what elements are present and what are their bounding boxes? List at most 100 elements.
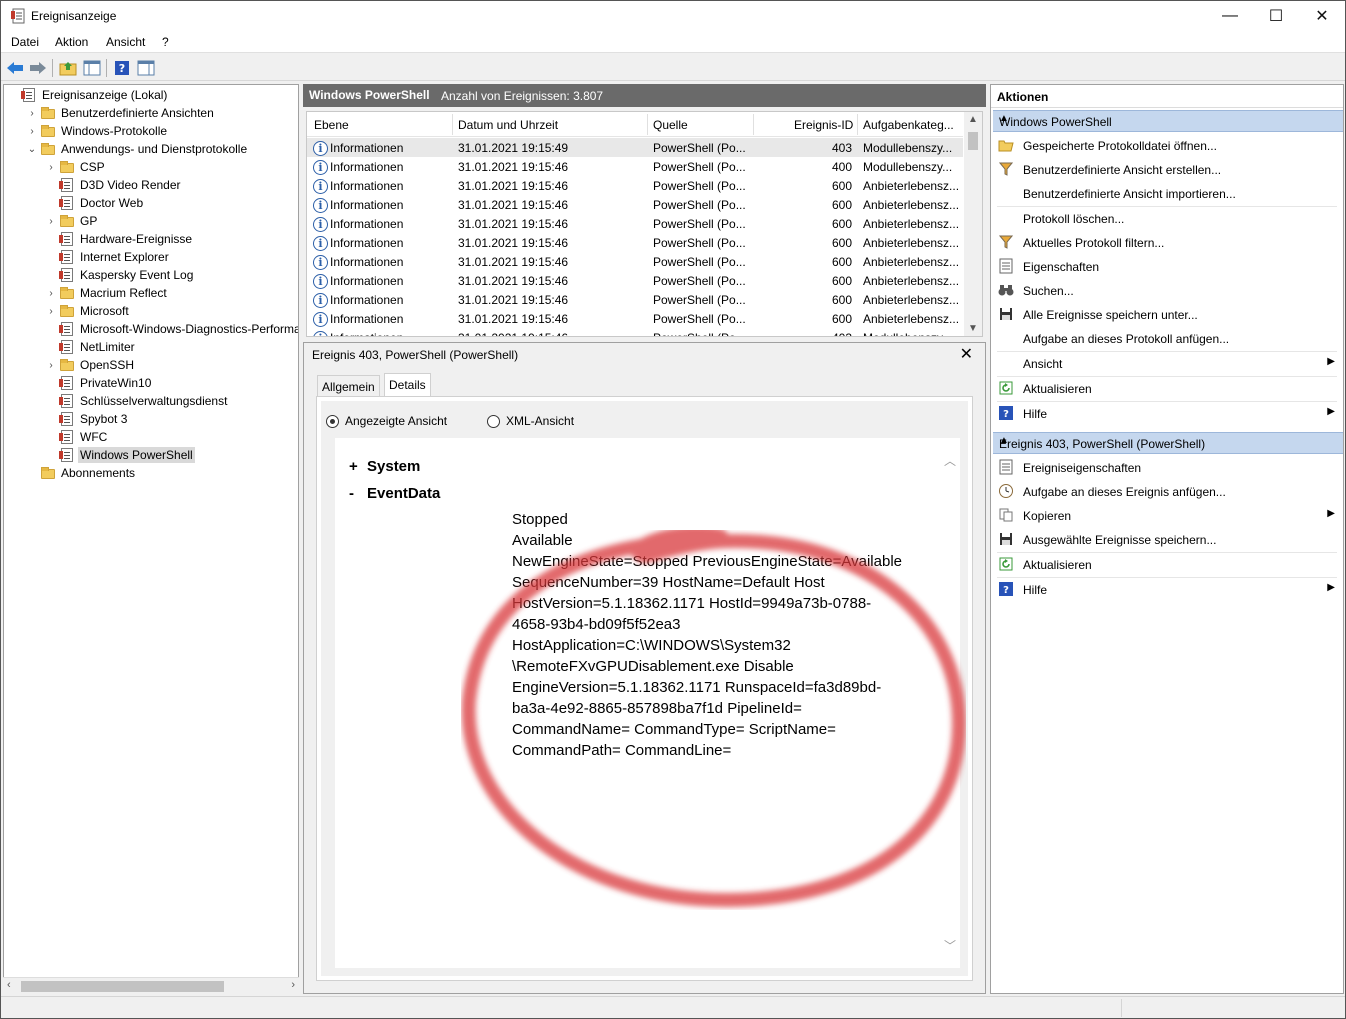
action-item[interactable]: Eigenschaften [995,255,1339,277]
event-list-scrollbar[interactable]: ▲ ▼ [964,112,982,336]
radio-xml-view[interactable]: XML-Ansicht [487,414,574,428]
action-item[interactable]: Kopieren ▶ [995,504,1339,526]
help-icon[interactable]: ? [112,58,132,78]
collapsed-chevron-icon[interactable]: › [45,288,57,299]
scroll-up-icon[interactable]: ▲ [968,114,978,125]
tree-node[interactable]: › Windows-Protokolle [26,122,169,140]
action-item[interactable]: Aufgabe an dieses Ereignis anfügen... [995,480,1339,502]
tree-node[interactable]: Ereignisanzeige (Lokal) [7,86,169,104]
tree-node[interactable]: › OpenSSH [45,356,136,374]
tree-node[interactable]: › GP [45,212,99,230]
tree-node[interactable]: WFC [45,428,109,446]
table-row[interactable]: iInformationen 31.01.2021 19:15:46 PowerSh… [307,309,963,328]
eventdata-section[interactable]: - EventData [349,485,440,502]
scroll-thumb[interactable] [21,981,224,992]
tree-node[interactable]: Abonnements [26,464,137,482]
tree-node[interactable]: D3D Video Render [45,176,183,194]
viewer-scroll-up-icon[interactable]: ︿ [944,452,956,469]
show-hide-action-pane-icon[interactable] [136,58,156,78]
system-section[interactable]: + System [349,458,420,475]
menu-aktion[interactable]: Aktion [55,35,88,49]
viewer-scroll-down-icon[interactable]: ﹀ [944,937,956,954]
table-row[interactable]: iInformationen 31.01.2021 19:15:46 PowerSh… [307,271,963,290]
tab-allgemein[interactable]: Allgemein [317,375,380,397]
event-list[interactable]: Ebene Datum und Uhrzeit Quelle Ereignis-… [306,111,983,337]
tree-node[interactable]: PrivateWin10 [45,374,153,392]
collapsed-chevron-icon[interactable]: › [45,360,57,371]
table-row[interactable]: iInformationen 31.01.2021 19:15:46 PowerSh… [307,290,963,309]
scroll-left-icon[interactable]: ‹ [7,979,11,991]
table-row[interactable]: iInformationen 31.01.2021 19:15:46 PowerSh… [307,214,963,233]
table-row[interactable]: i Informationen 31.01.2021 19:15:49 PowerSh… [307,138,963,157]
tree-node[interactable]: Hardware-Ereignisse [45,230,194,248]
collapse-caret-icon[interactable]: ▲ [999,435,1335,446]
action-item[interactable]: Gespeicherte Protokolldatei öffnen... [995,134,1339,156]
table-row[interactable]: iInformationen 31.01.2021 19:15:46 PowerSh… [307,195,963,214]
collapsed-chevron-icon[interactable]: › [26,126,38,137]
action-item[interactable]: Protokoll löschen... [995,207,1339,229]
back-arrow-icon[interactable] [5,58,25,78]
tree-node[interactable]: Internet Explorer [45,248,171,266]
menu-ansicht[interactable]: Ansicht [106,35,145,49]
collapsed-chevron-icon[interactable]: › [26,108,38,119]
tree-horizontal-scrollbar[interactable]: ‹ › [3,977,299,994]
event-data-viewer[interactable]: + System - EventData Stopped Available NewEn… [335,438,966,968]
forward-arrow-icon[interactable] [28,58,48,78]
table-row[interactable]: iInformationen 31.01.2021 19:15:46 PowerSh… [307,233,963,252]
navigation-tree[interactable]: Ereignisanzeige (Lokal) › Benutzerdefinier… [3,84,299,994]
action-item[interactable]: Benutzerdefinierte Ansicht importieren..… [995,182,1339,204]
tree-node[interactable]: NetLimiter [45,338,137,356]
scroll-thumb[interactable] [968,132,978,150]
collapse-caret-icon[interactable]: ▲ [999,113,1335,124]
tree-node[interactable]: Doctor Web [45,194,145,212]
action-item[interactable]: Ausgewählte Ereignisse speichern... [995,528,1339,550]
maximize-button[interactable]: ☐ [1253,1,1299,31]
up-folder-icon[interactable] [58,58,78,78]
table-row[interactable]: iInformationen 31.01.2021 19:15:46 PowerSh… [307,176,963,195]
actions-group-event[interactable]: Ereignis 403, PowerShell (PowerShell) ▲ [993,432,1343,454]
table-row[interactable]: iInformationen 31.01.2021 19:15:46 PowerSh… [307,157,963,176]
tree-node[interactable]: Spybot 3 [45,410,129,428]
tree-node[interactable]: ⌄ Anwendungs- und Dienstprotokolle [26,140,249,158]
detail-close-icon[interactable]: ✕ [960,344,973,364]
action-item[interactable]: Benutzerdefinierte Ansicht erstellen... [995,158,1339,180]
collapsed-chevron-icon[interactable]: › [45,162,57,173]
expanded-chevron-icon[interactable]: ⌄ [26,144,38,155]
tree-node[interactable]: › CSP [45,158,107,176]
tree-node[interactable]: Schlüsselverwaltungsdienst [45,392,229,410]
show-hide-tree-icon[interactable] [82,58,102,78]
scroll-down-icon[interactable]: ▼ [968,323,978,334]
table-row[interactable]: iInformationen 31.01.2021 19:15:46 PowerSh… [307,328,963,336]
tree-node[interactable]: › Microsoft [45,302,131,320]
collapsed-chevron-icon[interactable]: › [45,306,57,317]
table-row[interactable]: iInformationen 31.01.2021 19:15:46 PowerSh… [307,252,963,271]
close-button[interactable]: ✕ [1299,1,1345,31]
radio-friendly-view[interactable]: Angezeigte Ansicht [326,414,447,428]
tree-node[interactable]: Kaspersky Event Log [45,266,195,284]
tree-node[interactable]: Windows PowerShell [45,446,195,464]
actions-group-log[interactable]: Windows PowerShell ▲ [993,110,1343,132]
column-header-date[interactable]: Datum und Uhrzeit [458,118,558,132]
scroll-right-icon[interactable]: › [291,979,295,991]
tree-node[interactable]: › Macrium Reflect [45,284,169,302]
minimize-button[interactable]: — [1207,1,1253,31]
action-item[interactable]: Aktuelles Protokoll filtern... [995,231,1339,253]
expand-icon[interactable]: + [349,458,367,475]
action-item[interactable]: Ansicht ▶ [995,352,1339,374]
column-header-event-id[interactable]: Ereignis-ID [794,118,853,132]
column-header-task-category[interactable]: Aufgabenkateg... [863,118,954,132]
collapsed-chevron-icon[interactable]: › [45,216,57,227]
action-item[interactable]: ? Hilfe ▶ [995,402,1339,424]
action-item[interactable]: Suchen... [995,279,1339,301]
tab-details[interactable]: Details [384,373,431,397]
action-item[interactable]: Aktualisieren [995,377,1339,399]
tree-node[interactable]: › Benutzerdefinierte Ansichten [26,104,216,122]
column-header-source[interactable]: Quelle [653,118,688,132]
action-item[interactable]: Aktualisieren [995,553,1339,575]
action-item[interactable]: Alle Ereignisse speichern unter... [995,303,1339,325]
action-item[interactable]: ? Hilfe ▶ [995,578,1339,600]
action-item[interactable]: Aufgabe an dieses Protokoll anfügen... [995,327,1339,349]
action-item[interactable]: Ereigniseigenschaften [995,456,1339,478]
collapse-icon[interactable]: - [349,485,367,502]
tree-node[interactable]: Microsoft-Windows-Diagnostics-Performan [45,320,298,338]
